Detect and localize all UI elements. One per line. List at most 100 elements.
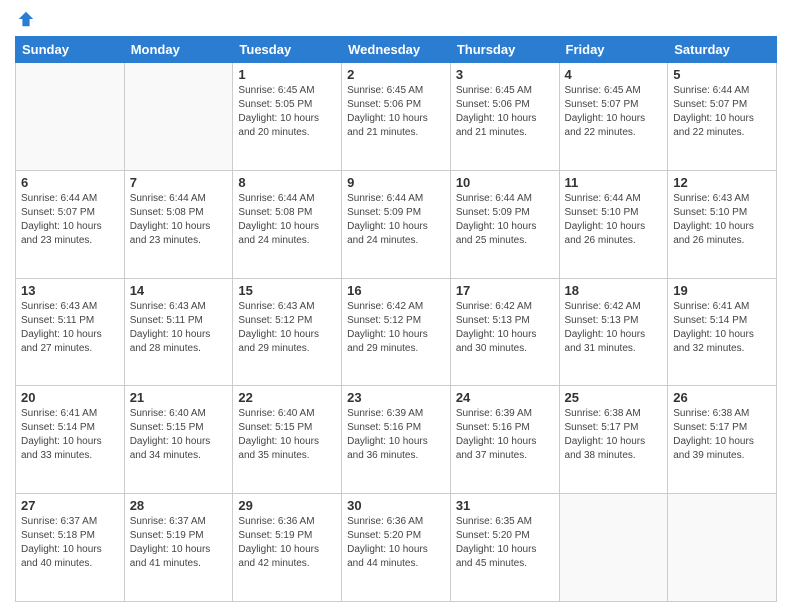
day-info: Sunrise: 6:45 AM Sunset: 5:06 PM Dayligh… [347,84,445,140]
day-info: Sunrise: 6:36 AM Sunset: 5:19 PM Dayligh… [238,515,336,571]
calendar-cell: 15 Sunrise: 6:43 AM Sunset: 5:12 PM Dayli… [233,278,342,386]
day-info: Sunrise: 6:41 AM Sunset: 5:14 PM Dayligh… [21,407,119,463]
calendar-header-wednesday: Wednesday [342,37,451,63]
day-number: 5 [673,67,771,82]
day-number: 17 [456,283,554,298]
day-number: 21 [130,390,228,405]
day-number: 28 [130,498,228,513]
calendar-cell: 24 Sunrise: 6:39 AM Sunset: 5:16 PM Dayli… [450,386,559,494]
day-number: 27 [21,498,119,513]
calendar-header-row: SundayMondayTuesdayWednesdayThursdayFrid… [16,37,777,63]
calendar-header-thursday: Thursday [450,37,559,63]
day-number: 23 [347,390,445,405]
calendar-cell: 9Sunrise: 6:44 AM Sunset: 5:09 PM Daylig… [342,170,451,278]
calendar-header-tuesday: Tuesday [233,37,342,63]
day-number: 19 [673,283,771,298]
day-number: 4 [565,67,663,82]
day-info: Sunrise: 6:42 AM Sunset: 5:13 PM Dayligh… [565,300,663,356]
day-number: 3 [456,67,554,82]
calendar-header-saturday: Saturday [668,37,777,63]
day-number: 8 [238,175,336,190]
calendar: SundayMondayTuesdayWednesdayThursdayFrid… [15,36,777,602]
calendar-cell: 27 Sunrise: 6:37 AM Sunset: 5:18 PM Dayli… [16,494,125,602]
day-info: Sunrise: 6:39 AM Sunset: 5:16 PM Dayligh… [456,407,554,463]
calendar-cell: 19 Sunrise: 6:41 AM Sunset: 5:14 PM Dayli… [668,278,777,386]
calendar-cell: 7 Sunrise: 6:44 AM Sunset: 5:08 PM Daylig… [124,170,233,278]
day-info: Sunrise: 6:41 AM Sunset: 5:14 PM Dayligh… [673,300,771,356]
calendar-cell: 4Sunrise: 6:45 AM Sunset: 5:07 PM Daylig… [559,63,668,171]
calendar-cell [668,494,777,602]
day-number: 2 [347,67,445,82]
day-info: Sunrise: 6:37 AM Sunset: 5:18 PM Dayligh… [21,515,119,571]
day-number: 13 [21,283,119,298]
day-number: 16 [347,283,445,298]
calendar-cell: 2 Sunrise: 6:45 AM Sunset: 5:06 PM Daylig… [342,63,451,171]
day-info: Sunrise: 6:44 AM Sunset: 5:07 PM Dayligh… [21,192,119,248]
calendar-cell: 8 Sunrise: 6:44 AM Sunset: 5:08 PM Daylig… [233,170,342,278]
calendar-cell: 11 Sunrise: 6:44 AM Sunset: 5:10 PM Dayli… [559,170,668,278]
day-number: 20 [21,390,119,405]
calendar-cell: 10 Sunrise: 6:44 AM Sunset: 5:09 PM Dayli… [450,170,559,278]
day-info: Sunrise: 6:37 AM Sunset: 5:19 PM Dayligh… [130,515,228,571]
calendar-cell: 28 Sunrise: 6:37 AM Sunset: 5:19 PM Dayli… [124,494,233,602]
calendar-cell: 29 Sunrise: 6:36 AM Sunset: 5:19 PM Dayli… [233,494,342,602]
calendar-week-0: 1 Sunrise: 6:45 AM Sunset: 5:05 PM Daylig… [16,63,777,171]
day-number: 22 [238,390,336,405]
day-info: Sunrise: 6:44 AM Sunset: 5:07 PM Dayligh… [673,84,771,140]
day-info: Sunrise: 6:43 AM Sunset: 5:11 PM Dayligh… [21,300,119,356]
calendar-cell: 21Sunrise: 6:40 AM Sunset: 5:15 PM Dayli… [124,386,233,494]
day-number: 6 [21,175,119,190]
calendar-cell: 1 Sunrise: 6:45 AM Sunset: 5:05 PM Daylig… [233,63,342,171]
calendar-cell: 12 Sunrise: 6:43 AM Sunset: 5:10 PM Dayli… [668,170,777,278]
day-number: 7 [130,175,228,190]
day-info: Sunrise: 6:43 AM Sunset: 5:10 PM Dayligh… [673,192,771,248]
calendar-week-3: 20 Sunrise: 6:41 AM Sunset: 5:14 PM Dayli… [16,386,777,494]
calendar-cell: 17 Sunrise: 6:42 AM Sunset: 5:13 PM Dayli… [450,278,559,386]
calendar-header-friday: Friday [559,37,668,63]
day-number: 30 [347,498,445,513]
day-number: 14 [130,283,228,298]
day-info: Sunrise: 6:38 AM Sunset: 5:17 PM Dayligh… [565,407,663,463]
day-info: Sunrise: 6:45 AM Sunset: 5:06 PM Dayligh… [456,84,554,140]
page: SundayMondayTuesdayWednesdayThursdayFrid… [0,0,792,612]
day-info: Sunrise: 6:44 AM Sunset: 5:10 PM Dayligh… [565,192,663,248]
day-info: Sunrise: 6:44 AM Sunset: 5:08 PM Dayligh… [130,192,228,248]
day-info: Sunrise: 6:43 AM Sunset: 5:11 PM Dayligh… [130,300,228,356]
calendar-cell: 31Sunrise: 6:35 AM Sunset: 5:20 PM Dayli… [450,494,559,602]
day-info: Sunrise: 6:35 AM Sunset: 5:20 PM Dayligh… [456,515,554,571]
day-info: Sunrise: 6:45 AM Sunset: 5:05 PM Dayligh… [238,84,336,140]
calendar-cell: 18Sunrise: 6:42 AM Sunset: 5:13 PM Dayli… [559,278,668,386]
day-number: 29 [238,498,336,513]
header [15,10,777,28]
day-info: Sunrise: 6:42 AM Sunset: 5:13 PM Dayligh… [456,300,554,356]
day-number: 10 [456,175,554,190]
calendar-cell: 5 Sunrise: 6:44 AM Sunset: 5:07 PM Daylig… [668,63,777,171]
calendar-cell [124,63,233,171]
day-info: Sunrise: 6:38 AM Sunset: 5:17 PM Dayligh… [673,407,771,463]
calendar-cell: 6 Sunrise: 6:44 AM Sunset: 5:07 PM Daylig… [16,170,125,278]
day-number: 11 [565,175,663,190]
day-info: Sunrise: 6:39 AM Sunset: 5:16 PM Dayligh… [347,407,445,463]
day-number: 1 [238,67,336,82]
calendar-cell: 16 Sunrise: 6:42 AM Sunset: 5:12 PM Dayli… [342,278,451,386]
day-info: Sunrise: 6:40 AM Sunset: 5:15 PM Dayligh… [238,407,336,463]
day-number: 25 [565,390,663,405]
day-number: 15 [238,283,336,298]
calendar-week-1: 6 Sunrise: 6:44 AM Sunset: 5:07 PM Daylig… [16,170,777,278]
day-info: Sunrise: 6:44 AM Sunset: 5:09 PM Dayligh… [347,192,445,248]
day-number: 12 [673,175,771,190]
calendar-cell: 14 Sunrise: 6:43 AM Sunset: 5:11 PM Dayli… [124,278,233,386]
calendar-cell: 20 Sunrise: 6:41 AM Sunset: 5:14 PM Dayli… [16,386,125,494]
day-number: 26 [673,390,771,405]
calendar-cell [16,63,125,171]
day-info: Sunrise: 6:42 AM Sunset: 5:12 PM Dayligh… [347,300,445,356]
calendar-week-2: 13 Sunrise: 6:43 AM Sunset: 5:11 PM Dayli… [16,278,777,386]
day-info: Sunrise: 6:43 AM Sunset: 5:12 PM Dayligh… [238,300,336,356]
day-number: 24 [456,390,554,405]
calendar-cell [559,494,668,602]
logo [15,10,35,28]
calendar-cell: 30Sunrise: 6:36 AM Sunset: 5:20 PM Dayli… [342,494,451,602]
logo-icon [17,10,35,28]
day-info: Sunrise: 6:44 AM Sunset: 5:08 PM Dayligh… [238,192,336,248]
day-info: Sunrise: 6:44 AM Sunset: 5:09 PM Dayligh… [456,192,554,248]
